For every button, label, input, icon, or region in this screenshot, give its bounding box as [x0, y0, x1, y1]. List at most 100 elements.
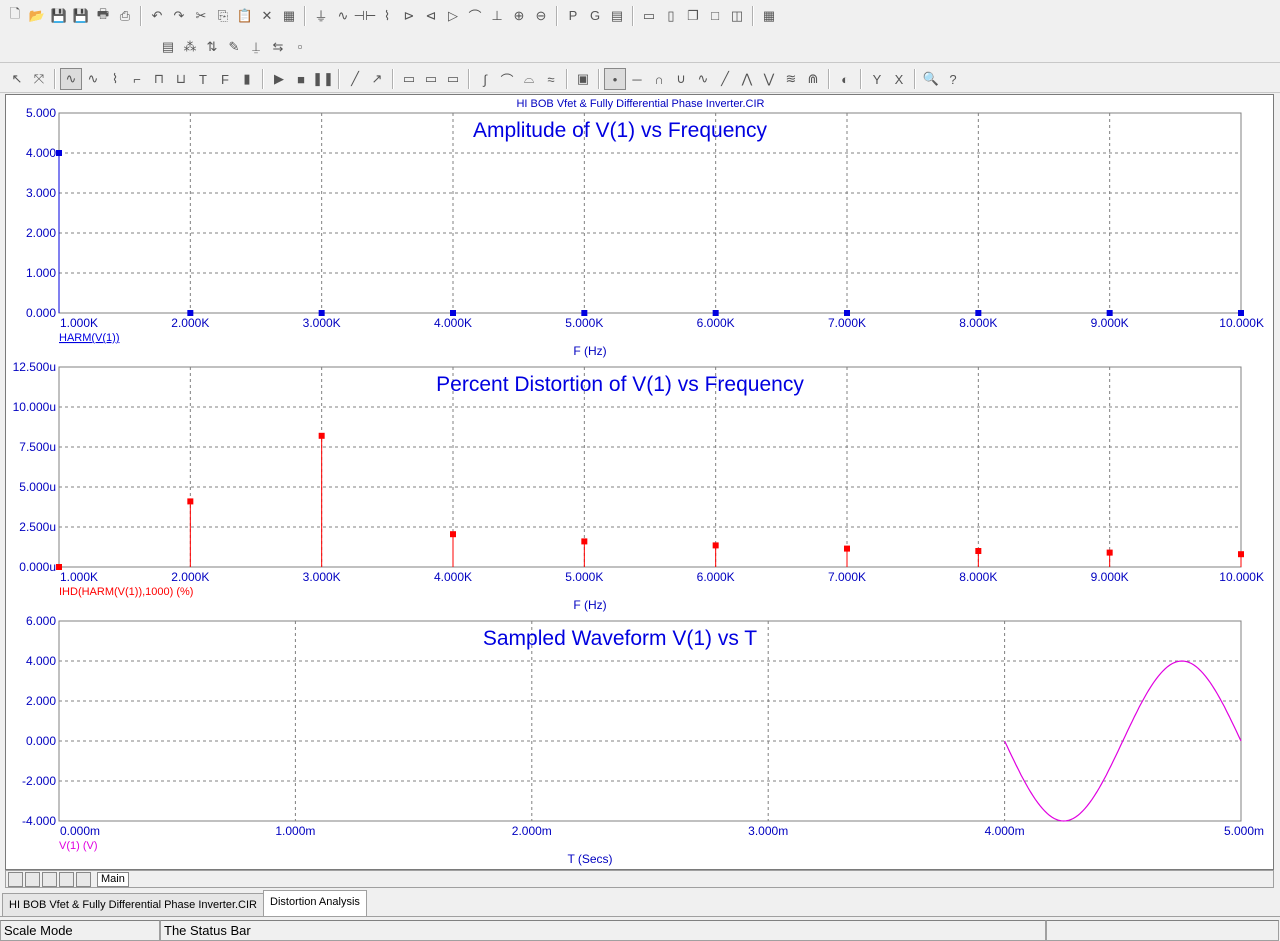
hi-icon[interactable]: ⊓ [148, 68, 170, 90]
data-point [1238, 310, 1244, 316]
bold-wire-icon[interactable]: ▭ [420, 68, 442, 90]
toolbar-separator [566, 69, 568, 89]
band-icon[interactable]: ─ [626, 68, 648, 90]
add-page-button[interactable] [76, 871, 91, 887]
P-icon[interactable]: P [562, 5, 584, 27]
save-icon[interactable]: 💾 [48, 5, 70, 27]
lo-icon[interactable]: ⊔ [170, 68, 192, 90]
y-tick-label: 3.000 [26, 186, 56, 200]
help-icon[interactable]: ? [942, 68, 964, 90]
wave1-icon[interactable]: ∩ [648, 68, 670, 90]
pause-icon[interactable]: ❚❚ [312, 68, 334, 90]
valley-icon[interactable]: ⌐ [126, 68, 148, 90]
split-icon[interactable]: ◫ [726, 5, 748, 27]
run-icon[interactable]: ▶ [268, 68, 290, 90]
ground-icon[interactable]: ⏚ [310, 5, 332, 27]
fall-icon[interactable]: ⌓ [518, 68, 540, 90]
wave2-icon[interactable]: ∪ [670, 68, 692, 90]
label-icon[interactable]: ⍊ [245, 36, 267, 58]
copy-icon[interactable]: ⎘ [212, 5, 234, 27]
paste-icon[interactable]: 📋 [234, 5, 256, 27]
redo-icon[interactable]: ↷ [168, 5, 190, 27]
prev-page-button[interactable] [25, 871, 40, 887]
new-file-icon[interactable]: 🗋 [4, 5, 26, 27]
find-icon[interactable]: 🔍 [920, 68, 942, 90]
tab-circuit[interactable]: HI BOB Vfet & Fully Differential Phase I… [2, 893, 265, 916]
step-icon[interactable]: ∫ [474, 68, 496, 90]
next-page-button[interactable] [42, 871, 57, 887]
text-icon[interactable]: T [192, 68, 214, 90]
plot-toolbar: ↖ ⤧ ∿ ∿ ⌇ ⌐ ⊓ ⊔ T F ▮ ▶ ■ ❚❚ ╱ ↗ ▭ ▭ ▭ ∫ ⌒ ⌓ ≈ ▣ • ─ ∩ ∪ ∿ ╱ ⋀ ⋁ ≋ ⋒ ◐ Y X 🔍? [0, 66, 1280, 93]
spike-icon[interactable]: ≈ [540, 68, 562, 90]
wave3-icon[interactable]: ∿ [692, 68, 714, 90]
inductor-icon[interactable]: ⌒ [464, 5, 486, 27]
wire-icon[interactable]: ▭ [398, 68, 420, 90]
wave7-icon[interactable]: ≋ [780, 68, 802, 90]
select-mode-icon[interactable]: ↖ [6, 68, 28, 90]
capacitor-icon[interactable]: ⊣⊢ [354, 5, 377, 27]
tangent-icon[interactable]: ╱ [344, 68, 366, 90]
first-page-button[interactable] [8, 871, 23, 887]
trace-label: IHD(HARM(V(1)),1000) (%) [59, 586, 193, 598]
x-tick-label: 5.000m [1224, 824, 1264, 838]
tab-distortion-analysis[interactable]: Distortion Analysis [263, 890, 367, 916]
token-icon[interactable]: • [604, 68, 626, 90]
open-file-icon[interactable]: 📂 [26, 5, 48, 27]
plot-area[interactable]: 0.000 1.000 2.000 3.000 4.000 5.000 1.000K 2.00… [6, 95, 1273, 869]
last-page-button[interactable] [59, 871, 74, 887]
slope-icon[interactable]: ↗ [366, 68, 388, 90]
pin-connection-icon[interactable]: ⇅ [201, 36, 223, 58]
cascade-icon[interactable]: ❐ [682, 5, 704, 27]
component-window-icon[interactable]: ▤ [606, 5, 628, 27]
page-tab-main[interactable]: Main [97, 871, 129, 887]
wave5-icon[interactable]: ⋀ [736, 68, 758, 90]
wave8-icon[interactable]: ⋒ [802, 68, 824, 90]
G-icon[interactable]: G [584, 5, 606, 27]
peak-icon[interactable]: ⌇ [104, 68, 126, 90]
sine-source-icon[interactable]: ∿ [332, 5, 354, 27]
zoom-mode-icon[interactable]: ⤧ [28, 68, 50, 90]
pen-icon[interactable]: ✎ [223, 36, 245, 58]
same-y-icon[interactable]: Y [866, 68, 888, 90]
status-extra [1046, 920, 1279, 941]
plot-title: Amplitude of V(1) vs Frequency [473, 119, 768, 142]
pin-icon[interactable]: ▫ [289, 36, 311, 58]
toolbar-separator [752, 5, 754, 26]
same-x-icon[interactable]: X [888, 68, 910, 90]
grid-text-icon[interactable]: ▤ [157, 36, 179, 58]
pnp-icon[interactable]: ⊖ [530, 5, 552, 27]
resistor-icon[interactable]: ⌇ [376, 5, 398, 27]
fo-icon[interactable]: F [214, 68, 236, 90]
graph-icon[interactable]: ▮ [236, 68, 258, 90]
data-points-icon[interactable]: ▣ [572, 68, 594, 90]
print-preview-icon[interactable]: ⎙ [114, 5, 136, 27]
stop-icon[interactable]: ■ [290, 68, 312, 90]
cursor-mode-icon[interactable]: ∿ [82, 68, 104, 90]
tile-horizontal-icon[interactable]: ▭ [638, 5, 660, 27]
print-icon[interactable]: 🖶 [92, 5, 114, 27]
scale-mode-icon[interactable]: ∿ [60, 68, 82, 90]
cut-icon[interactable]: ✂ [190, 5, 212, 27]
rise-icon[interactable]: ⌒ [496, 68, 518, 90]
x-tick-label: 2.000K [171, 570, 209, 584]
save-all-icon[interactable]: 💾 [70, 5, 92, 27]
bus-icon[interactable]: ⇆ [267, 36, 289, 58]
opamp-icon[interactable]: ▷ [442, 5, 464, 27]
diode-icon[interactable]: ⊳ [398, 5, 420, 27]
battery-icon[interactable]: ⊥ [486, 5, 508, 27]
npn-icon[interactable]: ⊕ [508, 5, 530, 27]
x-tick-label: 2.000m [512, 824, 552, 838]
data-point [1238, 551, 1244, 558]
color-icon[interactable]: ◐ [834, 68, 856, 90]
select-all-icon[interactable]: ▦ [278, 5, 300, 27]
wave6-icon[interactable]: ⋁ [758, 68, 780, 90]
grid-graphics-icon[interactable]: ⁂ [179, 36, 201, 58]
undo-icon[interactable]: ↶ [146, 5, 168, 27]
wave4-icon[interactable]: ╱ [714, 68, 736, 90]
calculator-icon[interactable]: ▦ [758, 5, 780, 27]
delete-icon[interactable]: ✕ [256, 5, 278, 27]
window-icon[interactable]: □ [704, 5, 726, 27]
transistor-icon[interactable]: ⊲ [420, 5, 442, 27]
tile-vertical-icon[interactable]: ▯ [660, 5, 682, 27]
dotted-icon[interactable]: ▭ [442, 68, 464, 90]
